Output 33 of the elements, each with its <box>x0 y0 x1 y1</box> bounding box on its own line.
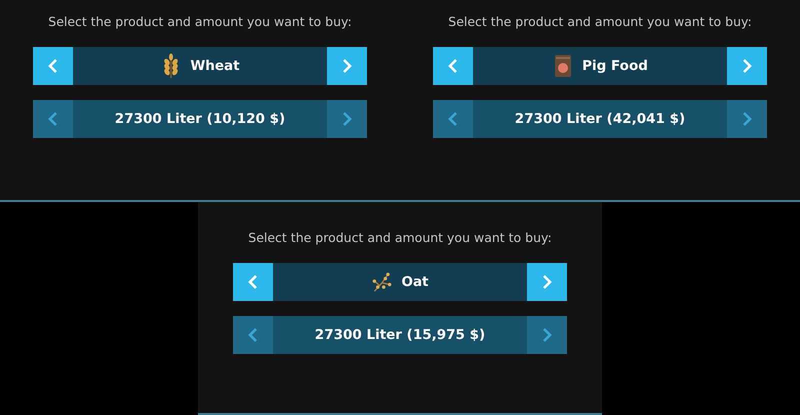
chevron-right-icon <box>742 111 752 127</box>
product-name: Pig Food <box>582 58 648 74</box>
prompt-text: Select the product and amount you want to buy: <box>248 230 552 245</box>
previous-button[interactable] <box>433 100 473 138</box>
chevron-left-icon <box>448 58 458 74</box>
next-button[interactable] <box>727 100 767 138</box>
next-button[interactable] <box>327 100 367 138</box>
chevron-left-icon <box>248 327 258 343</box>
chevron-right-icon <box>542 274 552 290</box>
previous-button[interactable] <box>33 47 73 85</box>
amount-text: 27300 Liter (42,041 $) <box>514 111 686 127</box>
chevron-left-icon <box>48 58 58 74</box>
amount-text: 27300 Liter (15,975 $) <box>314 327 486 343</box>
chevron-left-icon <box>448 111 458 127</box>
previous-button[interactable] <box>233 263 273 301</box>
prompt-text: Select the product and amount you want to buy: <box>48 14 352 29</box>
next-button[interactable] <box>527 316 567 354</box>
chevron-right-icon <box>742 58 752 74</box>
previous-button[interactable] <box>233 316 273 354</box>
chevron-left-icon <box>48 111 58 127</box>
chevron-left-icon <box>248 274 258 290</box>
previous-button[interactable] <box>33 100 73 138</box>
prompt-text: Select the product and amount you want to buy: <box>448 14 752 29</box>
chevron-right-icon <box>542 327 552 343</box>
previous-button[interactable] <box>433 47 473 85</box>
product-name: Wheat <box>190 58 240 74</box>
product-name: Oat <box>401 274 429 290</box>
chevron-right-icon <box>342 58 352 74</box>
chevron-right-icon <box>342 111 352 127</box>
amount-text: 27300 Liter (10,120 $) <box>114 111 286 127</box>
next-button[interactable] <box>327 47 367 85</box>
next-button[interactable] <box>727 47 767 85</box>
next-button[interactable] <box>527 263 567 301</box>
